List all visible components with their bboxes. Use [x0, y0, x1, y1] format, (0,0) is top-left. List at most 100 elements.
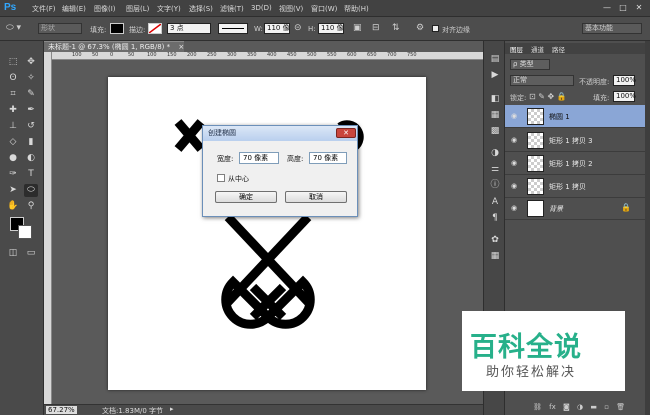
healing-brush-icon[interactable]: ✚ [6, 104, 20, 117]
folder-icon[interactable]: ▬ [590, 403, 597, 411]
menu-file[interactable]: 文件(F) [32, 4, 56, 14]
tab-close-icon[interactable]: × [178, 43, 184, 51]
menu-3d[interactable]: 3D(D) [251, 4, 272, 12]
menu-type[interactable]: 文字(Y) [157, 4, 181, 14]
gear-icon[interactable]: ⚙ [416, 23, 424, 33]
path-selection-icon[interactable]: ➤ [6, 184, 20, 197]
eye-icon[interactable]: ◉ [511, 204, 517, 212]
eyedropper-icon[interactable]: ✎ [24, 88, 38, 101]
document-tab[interactable]: 未标题-1 @ 67.3% (椭圆 1, RGB/8) * × [44, 41, 184, 52]
pen-tool-icon[interactable]: ✑ [6, 168, 20, 181]
maximize-button[interactable]: □ [616, 2, 630, 14]
lasso-tool-icon[interactable]: ʘ [6, 72, 20, 85]
actions-panel-icon[interactable]: ▶ [488, 69, 502, 82]
ellipse-tool-icon[interactable]: ⬭ [24, 184, 38, 197]
path-arrangement-icon[interactable]: ⇅ [392, 23, 400, 33]
hand-tool-icon[interactable]: ✋ [6, 200, 20, 213]
tab-layers[interactable]: 图层 [510, 44, 523, 54]
close-button[interactable]: ✕ [632, 2, 646, 14]
layer-row[interactable]: ◉ 椭圆 1 [505, 105, 645, 128]
marquee-tool-icon[interactable]: ⬚ [6, 56, 20, 69]
timeline-panel-icon[interactable]: ▦ [488, 250, 502, 263]
stroke-width-field[interactable]: 3 点 [167, 23, 211, 34]
ellipse-height-input[interactable]: 70 像素 [309, 152, 347, 164]
fx-icon[interactable]: fx [549, 403, 556, 411]
menu-window[interactable]: 窗口(W) [311, 4, 337, 14]
link-icon[interactable]: ⛓ [533, 403, 542, 411]
from-center-checkbox[interactable] [217, 174, 225, 182]
minimize-button[interactable]: — [600, 2, 614, 14]
swatches-panel-icon[interactable]: ▦ [488, 109, 502, 122]
shape-mode-select[interactable]: 形状 [38, 23, 82, 34]
paragraph-panel-icon[interactable]: ¶ [488, 212, 502, 225]
menu-image[interactable]: 图像(I) [94, 4, 116, 14]
stroke-swatch[interactable] [148, 23, 162, 34]
type-tool-icon[interactable]: T [24, 168, 38, 181]
eye-icon[interactable]: ◉ [511, 182, 517, 190]
background-color-swatch[interactable] [18, 225, 32, 239]
menu-filter[interactable]: 滤镜(T) [220, 4, 244, 14]
layer-row[interactable]: ◉ 矩形 1 拷贝 [505, 175, 645, 198]
clone-stamp-icon[interactable]: ⊥ [6, 120, 20, 133]
tab-channels[interactable]: 通道 [531, 44, 544, 54]
styles-panel-icon[interactable]: ▩ [488, 125, 502, 138]
tab-paths[interactable]: 路径 [552, 44, 565, 54]
dodge-tool-icon[interactable]: ◐ [24, 152, 38, 165]
eraser-icon[interactable]: ◇ [6, 136, 20, 149]
cancel-button[interactable]: 取消 [285, 191, 347, 203]
crop-tool-icon[interactable]: ⌗ [6, 88, 20, 101]
quick-mask-icon[interactable]: ◫ [6, 247, 20, 260]
eye-icon[interactable]: ◉ [511, 159, 517, 167]
adjustments-panel-icon[interactable]: ◑ [488, 147, 502, 160]
adjustment-icon[interactable]: ◑ [577, 403, 583, 411]
document-canvas[interactable] [108, 77, 426, 390]
ellipse-width-input[interactable]: 70 像素 [239, 152, 279, 164]
workspace-select[interactable]: 基本功能 [582, 23, 642, 34]
ellipse-tool-icon[interactable]: ⬭ ▾ [6, 23, 21, 33]
color-panel-icon[interactable]: ◧ [488, 93, 502, 106]
properties-panel-icon[interactable]: ⚌ [488, 163, 502, 176]
blur-tool-icon[interactable]: ● [6, 152, 20, 165]
align-edges-checkbox[interactable] [432, 25, 439, 32]
blend-mode-select[interactable]: 正常 [510, 75, 574, 86]
history-brush-icon[interactable]: ↺ [24, 120, 38, 133]
trash-icon[interactable]: 🗑 [616, 403, 625, 411]
menu-layer[interactable]: 图层(L) [126, 4, 149, 14]
panel-scrollbar[interactable] [645, 41, 650, 415]
history-panel-icon[interactable]: ▤ [488, 53, 502, 66]
eye-icon[interactable]: ◉ [511, 136, 517, 144]
layer-row[interactable]: ◉ 矩形 1 拷贝 2 [505, 152, 645, 175]
character-panel-icon[interactable]: A [488, 196, 502, 209]
new-layer-icon[interactable]: ▫ [604, 403, 609, 411]
status-arrow-icon[interactable]: ▸ [170, 405, 174, 413]
stroke-type-select[interactable] [218, 23, 248, 34]
layer-filter-select[interactable]: ρ 类型 [510, 59, 550, 70]
menu-help[interactable]: 帮助(H) [344, 4, 369, 14]
zoom-level[interactable]: 67.27% [46, 406, 77, 414]
ok-button[interactable]: 确定 [215, 191, 277, 203]
fill-swatch[interactable] [110, 23, 124, 34]
fill-field[interactable]: 100% [613, 91, 636, 102]
path-alignment-icon[interactable]: ⊟ [372, 23, 380, 33]
layer-row[interactable]: ◉ 背景 🔒 [505, 197, 645, 220]
brush-tool-icon[interactable]: ✒ [24, 104, 38, 117]
width-field[interactable]: 110 像 [264, 23, 290, 34]
dialog-close-button[interactable]: ✕ [336, 128, 356, 138]
menu-view[interactable]: 视图(V) [279, 4, 303, 14]
screen-mode-icon[interactable]: ▭ [24, 247, 38, 260]
lock-icons[interactable]: ⊡ ✎ ✥ 🔒 [529, 92, 567, 101]
zoom-tool-icon[interactable]: ⚲ [24, 200, 38, 213]
magic-wand-icon[interactable]: ✧ [24, 72, 38, 85]
menu-edit[interactable]: 编辑(E) [62, 4, 86, 14]
info-panel-icon[interactable]: ⓘ [488, 179, 502, 192]
eye-icon[interactable]: ◉ [511, 112, 517, 120]
path-operations-icon[interactable]: ▣ [353, 23, 362, 33]
3d-panel-icon[interactable]: ✿ [488, 234, 502, 247]
gradient-tool-icon[interactable]: ▮ [24, 136, 38, 149]
layer-row[interactable]: ◉ 矩形 1 拷贝 3 [505, 129, 645, 152]
opacity-field[interactable]: 100% [613, 75, 636, 86]
move-tool-icon[interactable]: ✥ [24, 56, 38, 69]
mask-icon[interactable]: ◙ [563, 403, 570, 411]
menu-select[interactable]: 选择(S) [189, 4, 213, 14]
link-icon[interactable]: ⊝ [294, 23, 302, 33]
